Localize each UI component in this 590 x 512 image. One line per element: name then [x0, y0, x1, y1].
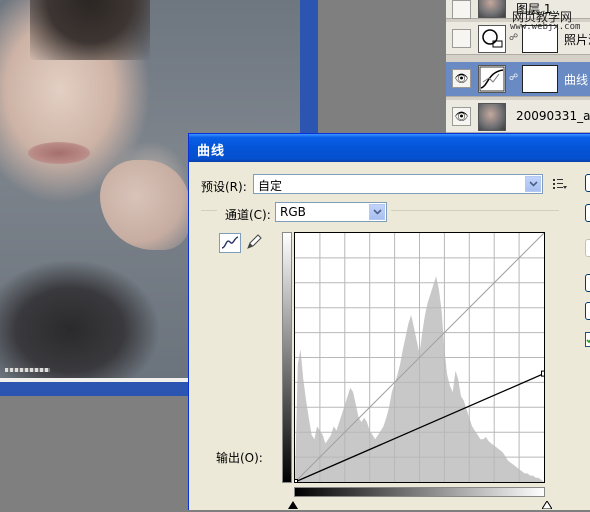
curves-icon	[478, 65, 506, 93]
visibility-toggle[interactable]	[452, 29, 471, 48]
watermark-url: www.webjx.com	[510, 22, 581, 32]
layer-name: 照片滤	[564, 33, 590, 47]
checkmark-icon	[586, 339, 590, 344]
channel-label: 通道(C):	[225, 208, 271, 222]
chevron-down-icon[interactable]	[525, 176, 541, 192]
input-gradient-bar	[294, 487, 545, 497]
link-icon: ☍	[509, 73, 519, 83]
layer-thumbnail	[478, 0, 506, 18]
preset-select[interactable]: 自定	[253, 174, 543, 194]
smooth-button[interactable]	[585, 239, 590, 257]
preset-value: 自定	[258, 179, 283, 193]
preview-checkbox[interactable]	[585, 332, 590, 347]
visibility-toggle[interactable]	[452, 0, 471, 19]
layer-mask-thumbnail	[522, 65, 558, 93]
output-label: 输出(O):	[216, 451, 263, 465]
eye-icon[interactable]: 👁	[452, 107, 471, 126]
dialog-title: 曲线	[197, 144, 226, 159]
layer-thumbnail	[478, 103, 506, 131]
layer-row-curves[interactable]: 👁 ☍ 曲线	[446, 62, 590, 97]
curve-graph[interactable]	[292, 232, 547, 485]
ok-button[interactable]	[585, 174, 590, 192]
preset-options-icon[interactable]	[553, 178, 567, 193]
channel-select[interactable]: RGB	[275, 202, 387, 222]
curve-icon	[221, 236, 239, 249]
options-button[interactable]	[585, 302, 590, 320]
layer-row-background-photo[interactable]: 👁 20090331_a7c0	[446, 100, 590, 133]
eye-icon[interactable]: 👁	[452, 69, 471, 88]
necklace-area	[5, 368, 50, 372]
preset-label: 预设(R):	[201, 180, 247, 194]
lips-area	[28, 142, 90, 164]
output-gradient-bar	[282, 232, 292, 483]
cancel-button[interactable]	[585, 204, 590, 222]
pencil-tool-button[interactable]	[245, 233, 267, 253]
hand-area	[100, 160, 190, 250]
channel-value: RGB	[280, 205, 306, 219]
hair-area	[30, 0, 150, 60]
curve-control-point	[292, 479, 298, 485]
layer-name: 曲线	[564, 73, 589, 87]
dialog-titlebar[interactable]: 曲线	[189, 134, 590, 162]
white-point-slider[interactable]	[541, 498, 553, 512]
group-divider	[201, 210, 217, 211]
curves-dialog: 曲线 预设(R): 自定 通道(C): RGB 输出(O):	[188, 133, 590, 510]
group-divider	[391, 210, 559, 211]
black-point-slider[interactable]	[288, 498, 298, 512]
curve-plot	[292, 232, 547, 485]
chevron-down-icon[interactable]	[369, 204, 385, 220]
pencil-icon	[247, 234, 262, 249]
curve-point-tool-button[interactable]	[219, 233, 241, 253]
photo-filter-icon	[478, 25, 506, 53]
auto-button[interactable]	[585, 274, 590, 292]
link-icon: ☍	[509, 33, 519, 43]
curve-control-point	[541, 370, 547, 377]
layer-name: 20090331_a7c0	[516, 109, 590, 123]
